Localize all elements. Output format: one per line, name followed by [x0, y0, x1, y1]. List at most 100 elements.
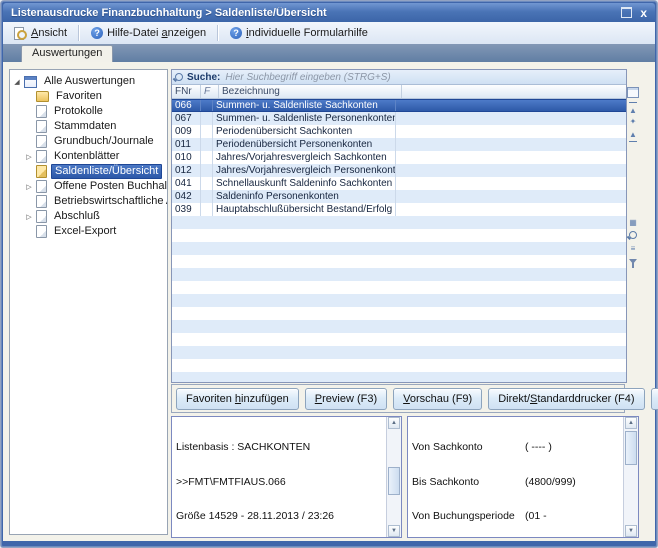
form-list: Suche: Hier Suchbegriff eingeben (STRG+S…	[171, 69, 627, 383]
table-row[interactable]: 041Schnellauskunft Saldeninfo Sachkonten	[172, 177, 626, 190]
content-area: ◢ Alle Auswertungen Favoriten Protokolle…	[3, 62, 655, 541]
selection-info-text: Von Sachkonto( ---- ) Bis Sachkonto(4800…	[408, 417, 624, 537]
row-bezeichnung: Periodenübersicht Personenkonten	[213, 138, 396, 151]
help-icon: ?	[230, 27, 242, 39]
tab-strip: Auswertungen	[3, 44, 655, 62]
column-header-bezeichnung[interactable]: Bezeichnung	[219, 85, 402, 98]
scroll-up-icon[interactable]: ▲	[629, 128, 637, 142]
row-bezeichnung: Periodenübersicht Sachkonten	[213, 125, 396, 138]
preview-f3-button[interactable]: Preview (F3)	[305, 388, 387, 410]
row-f	[201, 125, 213, 138]
table-row[interactable]: 042Saldeninfo Personenkonten	[172, 190, 626, 203]
column-header-f[interactable]: F	[201, 85, 219, 98]
preview-icon	[14, 27, 27, 40]
tree-item-saldenliste-uebersicht[interactable]: Saldenliste/Übersicht	[10, 164, 167, 179]
favoriten-hinzufuegen-button[interactable]: Favoriten hinzufügen	[176, 388, 299, 410]
document-icon	[36, 195, 47, 208]
document-icon	[36, 225, 47, 238]
tree-item-offene-posten[interactable]: ▷ Offene Posten Buchhaltung	[10, 179, 167, 194]
tree-item-protokolle[interactable]: Protokolle	[10, 104, 167, 119]
toolbar-separator	[217, 25, 219, 41]
form-info-text: Listenbasis : SACHKONTEN >>FMT\FMTFIAUS.…	[172, 417, 387, 537]
tree-collapsed-icon[interactable]: ▷	[22, 183, 36, 191]
scrollbar[interactable]: ▲ ▼	[623, 417, 638, 537]
restore-icon[interactable]	[621, 7, 632, 18]
close-icon[interactable]: x	[640, 8, 647, 18]
tree-collapsed-icon[interactable]: ▷	[22, 213, 36, 221]
filter-icon[interactable]	[626, 255, 640, 267]
document-icon	[36, 120, 47, 133]
row-f	[201, 138, 213, 151]
search-list-icon[interactable]	[626, 229, 640, 241]
row-f	[201, 100, 213, 111]
tree-item-grundbuch-journale[interactable]: Grundbuch/Journale	[10, 134, 167, 149]
table-row[interactable]: 010Jahres/Vorjahresvergleich Sachkonten	[172, 151, 626, 164]
auswertungen-tree: ◢ Alle Auswertungen Favoriten Protokolle…	[9, 69, 168, 535]
hilfe-datei-button[interactable]: ? Hilfe-Datei anzeigen	[84, 24, 213, 42]
move-up-icon[interactable]: ✦	[629, 115, 637, 127]
sort-icon[interactable]: ≡	[626, 242, 640, 254]
views-root-icon	[24, 76, 37, 88]
search-bar[interactable]: Suche: Hier Suchbegriff eingeben (STRG+S…	[172, 70, 626, 85]
vorschau-f9-button[interactable]: Vorschau (F9)	[393, 388, 482, 410]
tree-item-kontenblaetter[interactable]: ▷ Kontenblätter	[10, 149, 167, 164]
row-f	[201, 203, 213, 216]
tree-expanded-icon[interactable]: ◢	[10, 78, 24, 86]
formularhilfe-label: individuelle Formularhilfe	[246, 27, 368, 39]
row-fnr: 011	[172, 138, 201, 151]
table-row[interactable]: 067 Summen- u. Saldenliste Personenkonten	[172, 112, 626, 125]
table-row-selected[interactable]: 066Summen- u. Saldenliste Sachkonten	[172, 99, 626, 112]
column-header-fnr[interactable]: FNr	[172, 85, 201, 98]
tree-item-stammdaten[interactable]: Stammdaten	[10, 119, 167, 134]
title-bar[interactable]: Listenausdrucke Finanzbuchhaltung > Sald…	[3, 3, 655, 22]
tree-item-abschluss[interactable]: ▷ Abschluß	[10, 209, 167, 224]
row-fnr: 012	[172, 164, 201, 177]
row-fnr: 039	[172, 203, 201, 216]
scrollbar[interactable]: ▲ ▼	[386, 417, 401, 537]
auswertung-drucken-button[interactable]: Auswertung drucken	[651, 388, 658, 410]
ansicht-button[interactable]: Ansicht	[7, 24, 74, 43]
scrollbar-thumb[interactable]	[388, 467, 400, 495]
form-info-panel: Listenbasis : SACHKONTEN >>FMT\FMTFIAUS.…	[171, 416, 402, 538]
hilfe-datei-label: Hilfe-Datei anzeigen	[107, 27, 206, 39]
search-input[interactable]: Hier Suchbegriff eingeben (STRG+S)	[225, 72, 390, 83]
row-fnr: 010	[172, 151, 201, 164]
row-fnr: 042	[172, 190, 201, 203]
help-icon: ?	[91, 27, 103, 39]
scroll-up-arrow-icon[interactable]: ▲	[625, 417, 637, 429]
empty-rows-area	[172, 216, 626, 382]
row-bezeichnung: Hauptabschlußübersicht Bestand/Erfolg	[213, 203, 396, 216]
action-button-bar: Favoriten hinzufügen Preview (F3) Vorsch…	[171, 384, 625, 413]
row-bezeichnung: Summen- u. Saldenliste Sachkonten	[213, 100, 396, 111]
scroll-to-top-icon[interactable]: ▲	[629, 102, 637, 116]
tab-auswertungen[interactable]: Auswertungen	[21, 45, 113, 62]
row-f	[201, 164, 213, 177]
tree-item-betriebswirtschaftliche[interactable]: Betriebswirtschaftliche Auswertungen	[10, 194, 167, 209]
tree-item-excel-export[interactable]: Excel-Export	[10, 224, 167, 239]
direkt-standarddrucker-f4-button[interactable]: Direkt/Standarddrucker (F4)	[488, 388, 644, 410]
grid-view-icon[interactable]: ▦	[626, 216, 640, 228]
row-f	[201, 112, 213, 125]
table-row[interactable]: 039 Hauptabschlußübersicht Bestand/Erfolg	[172, 203, 626, 216]
table-row[interactable]: 009Periodenübersicht Sachkonten	[172, 125, 626, 138]
table-header: FNr F Bezeichnung	[172, 85, 626, 99]
column-options-icon[interactable]	[626, 86, 640, 98]
tree-collapsed-icon[interactable]: ▷	[22, 153, 36, 161]
document-icon	[36, 210, 47, 223]
table-row[interactable]: 011 Periodenübersicht Personenkonten	[172, 138, 626, 151]
scroll-down-arrow-icon[interactable]: ▼	[388, 525, 400, 537]
row-bezeichnung: Summen- u. Saldenliste Personenkonten	[213, 112, 396, 125]
table-row[interactable]: 012Jahres/Vorjahresvergleich Personenkon…	[172, 164, 626, 177]
scrollbar-thumb[interactable]	[625, 431, 637, 465]
screenshot-stage: Listenausdrucke Finanzbuchhaltung > Sald…	[0, 0, 658, 548]
scroll-up-arrow-icon[interactable]: ▲	[388, 417, 400, 429]
row-fnr: 067	[172, 112, 201, 125]
row-bezeichnung: Schnellauskunft Saldeninfo Sachkonten	[213, 177, 396, 190]
document-icon	[36, 105, 47, 118]
scroll-down-arrow-icon[interactable]: ▼	[625, 525, 637, 537]
formularhilfe-button[interactable]: ? individuelle Formularhilfe	[223, 24, 375, 42]
tree-item-alle-auswertungen[interactable]: ◢ Alle Auswertungen	[10, 74, 167, 89]
tree-item-favoriten[interactable]: Favoriten	[10, 89, 167, 104]
ansicht-label: Ansicht	[31, 27, 67, 39]
column-header-rest	[402, 85, 626, 98]
